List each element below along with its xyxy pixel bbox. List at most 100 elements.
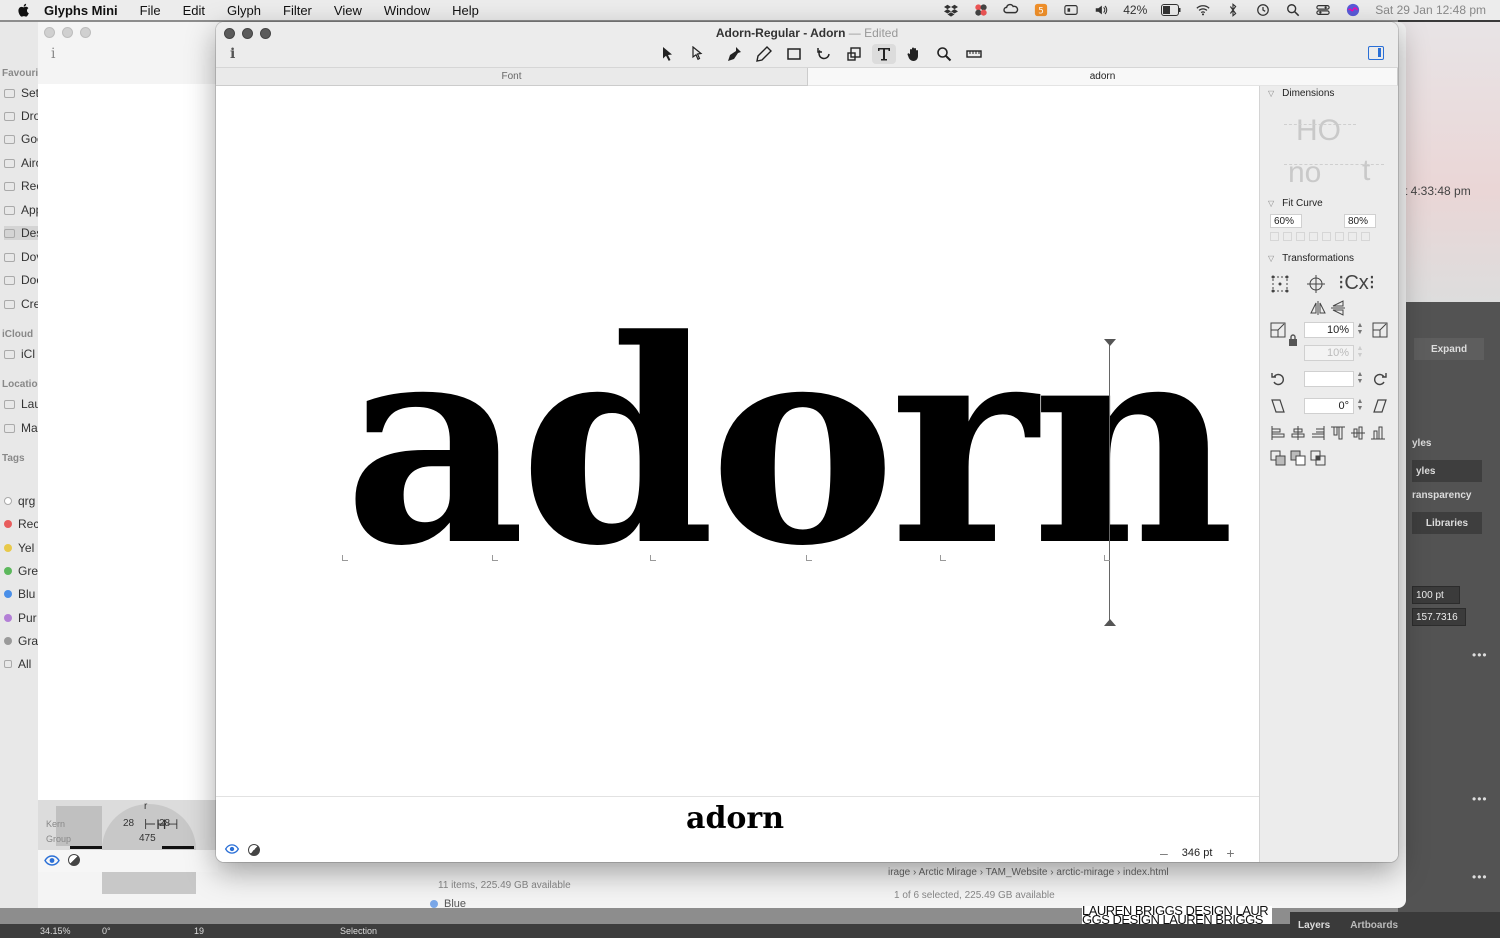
menu-file[interactable]: File [140, 3, 161, 18]
sidebar-item[interactable]: Dov [4, 250, 38, 264]
sidebar-toggle-icon[interactable] [1368, 46, 1384, 60]
select-tool[interactable] [656, 44, 680, 64]
sidebar-tag-item[interactable]: Gra [4, 634, 38, 648]
sidebar-item[interactable]: Lau [4, 397, 38, 411]
sidebar-item[interactable]: iCl [4, 347, 35, 361]
fit-curve-button[interactable] [1283, 232, 1292, 241]
wifi-icon[interactable] [1195, 3, 1211, 17]
component-origin-icon[interactable]: ⁝Cx⁝ [1338, 270, 1375, 295]
align-right-icon[interactable] [1310, 425, 1326, 441]
fit-curve-header[interactable]: ▽ Fit Curve [1268, 198, 1323, 209]
info-icon[interactable]: i [51, 46, 55, 62]
pencil-tool[interactable] [752, 44, 776, 64]
intersect-icon[interactable] [1310, 450, 1326, 466]
dimension-field[interactable]: 157.7316 [1412, 608, 1466, 626]
scale-up-icon[interactable] [1372, 322, 1388, 338]
scale-x-stepper[interactable]: ▲ ▼ [1356, 322, 1364, 338]
scale-y-field[interactable]: 10% [1304, 345, 1354, 361]
sidebar-tag-item[interactable]: All [4, 657, 31, 671]
menu-edit[interactable]: Edit [183, 3, 205, 18]
app-menu[interactable]: Glyphs Mini [44, 3, 118, 18]
sidebar-tag-item[interactable]: Rec [4, 517, 38, 531]
glyph-width[interactable]: 475 [139, 833, 156, 844]
minimize-button[interactable] [62, 27, 73, 38]
sidebar-tag-item[interactable]: Gre [4, 564, 38, 578]
preview-size-value[interactable]: 346 pt [1182, 847, 1213, 859]
eye-icon[interactable] [44, 855, 60, 866]
flip-vertical-icon[interactable] [1330, 300, 1346, 316]
menu-filter[interactable]: Filter [283, 3, 312, 18]
glyph-text[interactable]: adorn [344, 304, 1235, 584]
fit-curve-button[interactable] [1322, 232, 1331, 241]
rotate-cw-icon[interactable] [1372, 371, 1388, 387]
sidebar-tag-item[interactable]: qrg [4, 494, 35, 508]
slant-stepper[interactable]: ▲ ▼ [1356, 398, 1364, 414]
sidebar-item[interactable]: Rec [4, 179, 38, 193]
sidebar-tag-item[interactable]: Yel [4, 541, 34, 555]
select-all-tool[interactable] [686, 44, 710, 64]
fit-curve-button[interactable] [1296, 232, 1305, 241]
fit-curve-button[interactable] [1309, 232, 1318, 241]
bounding-box-origin-icon[interactable] [1270, 274, 1290, 294]
preview-mode-icon[interactable] [68, 854, 80, 866]
sidebar-tag-item[interactable]: Blu [4, 587, 35, 601]
dimensions-header[interactable]: ▽ Dimensions [1268, 88, 1334, 99]
extension-icon[interactable] [973, 3, 989, 17]
align-middle-icon[interactable] [1350, 425, 1366, 441]
increase-size-button[interactable]: + [1226, 845, 1234, 861]
zoom-tool[interactable] [932, 44, 956, 64]
edit-canvas[interactable]: adorn [216, 86, 1259, 796]
dropbox-icon[interactable] [943, 3, 959, 17]
fit-curve-max-field[interactable]: 80% [1344, 214, 1376, 228]
sidebar-item[interactable]: Ma [4, 421, 38, 435]
transformations-header[interactable]: ▽ Transformations [1268, 253, 1354, 264]
close-button[interactable] [44, 27, 55, 38]
menu-help[interactable]: Help [452, 3, 479, 18]
slant-field[interactable]: 0° [1304, 398, 1354, 414]
union-icon[interactable] [1270, 450, 1286, 466]
tab-adorn[interactable]: adorn [808, 68, 1398, 86]
scale-down-icon[interactable] [1270, 322, 1286, 338]
control-center-icon[interactable] [1315, 3, 1331, 17]
more-icon[interactable]: ••• [1472, 648, 1488, 662]
tab-artboards[interactable]: Artboards [1350, 920, 1398, 931]
apple-icon[interactable] [16, 2, 32, 18]
scale-tool[interactable] [842, 44, 866, 64]
sidebar-item[interactable]: Airo [4, 156, 38, 170]
align-center-icon[interactable] [1290, 425, 1306, 441]
scale-y-stepper[interactable]: ▲ ▼ [1356, 345, 1364, 361]
menu-clock[interactable]: Sat 29 Jan 12:48 pm [1375, 3, 1486, 17]
decrease-size-button[interactable]: – [1160, 845, 1168, 861]
volume-icon[interactable] [1093, 3, 1109, 17]
fit-curve-button[interactable] [1335, 232, 1344, 241]
sidebar-item[interactable]: Dro [4, 109, 38, 123]
menu-glyph[interactable]: Glyph [227, 3, 261, 18]
tag-blue-item[interactable]: Blue [430, 898, 466, 910]
notification-app-icon[interactable]: 5 [1033, 3, 1049, 17]
fit-curve-button[interactable] [1348, 232, 1357, 241]
sidebar-item-desktop[interactable]: Des [4, 226, 38, 240]
preview-mode-icon[interactable] [248, 844, 260, 856]
artboard-number[interactable]: 19 [194, 926, 204, 936]
fit-curve-button[interactable] [1270, 232, 1279, 241]
rotate-stepper[interactable]: ▲ ▼ [1356, 371, 1364, 387]
zoom-level[interactable]: 34.15% [40, 926, 71, 936]
time-machine-icon[interactable] [1255, 3, 1271, 17]
measure-tool[interactable] [962, 44, 986, 64]
right-sidebearing[interactable]: 28 [159, 818, 170, 829]
sidebar-tag-item[interactable]: Pur [4, 611, 37, 625]
rotation-angle[interactable]: 0° [102, 926, 111, 936]
stroke-size-field[interactable]: 100 pt [1412, 586, 1460, 604]
menu-window[interactable]: Window [384, 3, 430, 18]
info-icon[interactable]: i [230, 46, 235, 62]
expand-button[interactable]: Expand [1414, 338, 1484, 360]
bluetooth-icon[interactable] [1225, 3, 1241, 17]
libraries-tab[interactable]: Libraries [1412, 512, 1482, 534]
rotate-tool[interactable] [812, 44, 836, 64]
search-icon[interactable] [1285, 3, 1301, 17]
text-tool[interactable] [872, 44, 896, 64]
siri-icon[interactable] [1345, 3, 1361, 17]
sidebar-item[interactable]: Doc [4, 273, 38, 287]
styles-tab[interactable]: yles [1412, 460, 1482, 482]
rotate-field[interactable] [1304, 371, 1354, 387]
